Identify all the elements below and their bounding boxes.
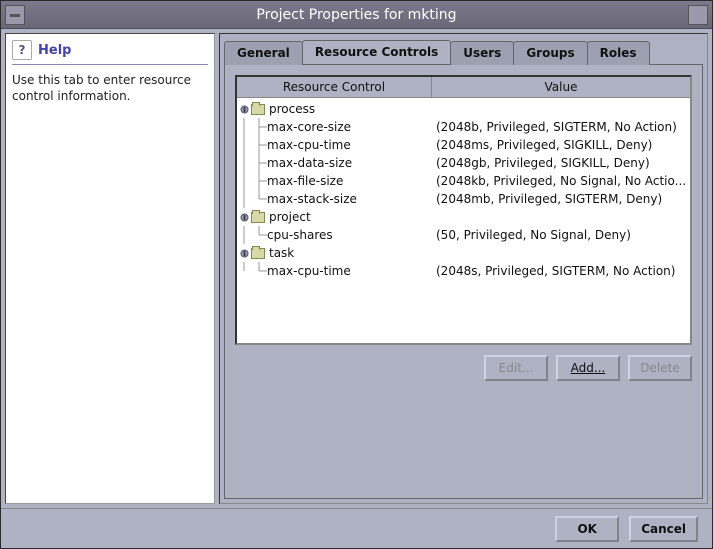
item-value: (2048ms, Privileged, SIGKILL, Deny) — [432, 138, 690, 152]
window-maximize-icon[interactable] — [688, 5, 708, 25]
group-label: project — [269, 210, 311, 224]
item-label: max-file-size — [267, 174, 343, 188]
tab-users[interactable]: Users — [450, 41, 514, 65]
group-label: process — [269, 102, 315, 116]
tab-bar: General Resource Controls Users Groups R… — [220, 34, 707, 64]
action-row: Edit... Add... Delete — [235, 345, 692, 381]
tree-group-row[interactable]: project — [237, 208, 690, 226]
item-value: (2048kb, Privileged, No Signal, No Actio… — [432, 174, 690, 188]
resource-control-table: Resource Control Value process max-core-s… — [235, 75, 692, 345]
item-value: (2048s, Privileged, SIGTERM, No Action) — [432, 264, 690, 278]
table-body[interactable]: process max-core-size (2048b, Privileged, … — [237, 98, 690, 343]
add-button[interactable]: Add... — [556, 355, 620, 381]
help-title: Help — [38, 43, 71, 58]
window-menu-icon[interactable] — [5, 5, 25, 25]
content-area: ? Help Use this tab to enter resource co… — [1, 29, 712, 508]
tree-item-row[interactable]: max-file-size (2048kb, Privileged, No Sig… — [237, 172, 690, 190]
folder-icon — [251, 248, 265, 259]
expand-toggle-icon[interactable] — [239, 104, 249, 114]
item-label: max-stack-size — [267, 192, 357, 206]
tab-roles[interactable]: Roles — [587, 41, 650, 65]
dialog-footer: OK Cancel — [1, 508, 712, 548]
delete-button[interactable]: Delete — [628, 355, 692, 381]
folder-icon — [251, 104, 265, 115]
item-value: (2048gb, Privileged, SIGKILL, Deny) — [432, 156, 690, 170]
item-value: (2048b, Privileged, SIGTERM, No Action) — [432, 120, 690, 134]
tab-general[interactable]: General — [224, 41, 303, 65]
column-header-value[interactable]: Value — [432, 77, 690, 97]
tree-item-row[interactable]: cpu-shares (50, Privileged, No Signal, De… — [237, 226, 690, 244]
tree-group-row[interactable]: process — [237, 100, 690, 118]
table-header: Resource Control Value — [237, 77, 690, 98]
tab-resource-controls[interactable]: Resource Controls — [302, 40, 451, 64]
main-pane: General Resource Controls Users Groups R… — [219, 33, 708, 504]
item-label: max-core-size — [267, 120, 351, 134]
folder-icon — [251, 212, 265, 223]
window-title: Project Properties for mkting — [256, 7, 456, 23]
item-value: (50, Privileged, No Signal, Deny) — [432, 228, 690, 242]
help-pane: ? Help Use this tab to enter resource co… — [5, 33, 215, 504]
expand-toggle-icon[interactable] — [239, 248, 249, 258]
tab-groups[interactable]: Groups — [513, 41, 587, 65]
tab-panel: Resource Control Value process max-core-s… — [224, 64, 703, 499]
tree-item-row[interactable]: max-cpu-time (2048s, Privileged, SIGTERM,… — [237, 262, 690, 280]
titlebar[interactable]: Project Properties for mkting — [1, 1, 712, 29]
edit-button[interactable]: Edit... — [484, 355, 548, 381]
tree-item-row[interactable]: max-data-size (2048gb, Privileged, SIGKIL… — [237, 154, 690, 172]
item-value: (2048mb, Privileged, SIGTERM, Deny) — [432, 192, 690, 206]
add-button-label: Add... — [571, 361, 606, 375]
dialog-window: Project Properties for mkting ? Help Use… — [0, 0, 713, 549]
item-label: max-data-size — [267, 156, 352, 170]
cancel-button[interactable]: Cancel — [629, 516, 698, 542]
group-label: task — [269, 246, 294, 260]
help-text: Use this tab to enter resource control i… — [12, 73, 208, 104]
help-header: ? Help — [12, 40, 208, 65]
help-icon[interactable]: ? — [12, 40, 32, 60]
tree-item-row[interactable]: max-cpu-time (2048ms, Privileged, SIGKILL… — [237, 136, 690, 154]
expand-toggle-icon[interactable] — [239, 212, 249, 222]
column-header-resource-control[interactable]: Resource Control — [237, 77, 432, 97]
item-label: max-cpu-time — [267, 264, 351, 278]
item-label: cpu-shares — [267, 228, 333, 242]
item-label: max-cpu-time — [267, 138, 351, 152]
tree-item-row[interactable]: max-core-size (2048b, Privileged, SIGTERM… — [237, 118, 690, 136]
ok-button[interactable]: OK — [555, 516, 619, 542]
tree-group-row[interactable]: task — [237, 244, 690, 262]
tree-item-row[interactable]: max-stack-size (2048mb, Privileged, SIGTE… — [237, 190, 690, 208]
